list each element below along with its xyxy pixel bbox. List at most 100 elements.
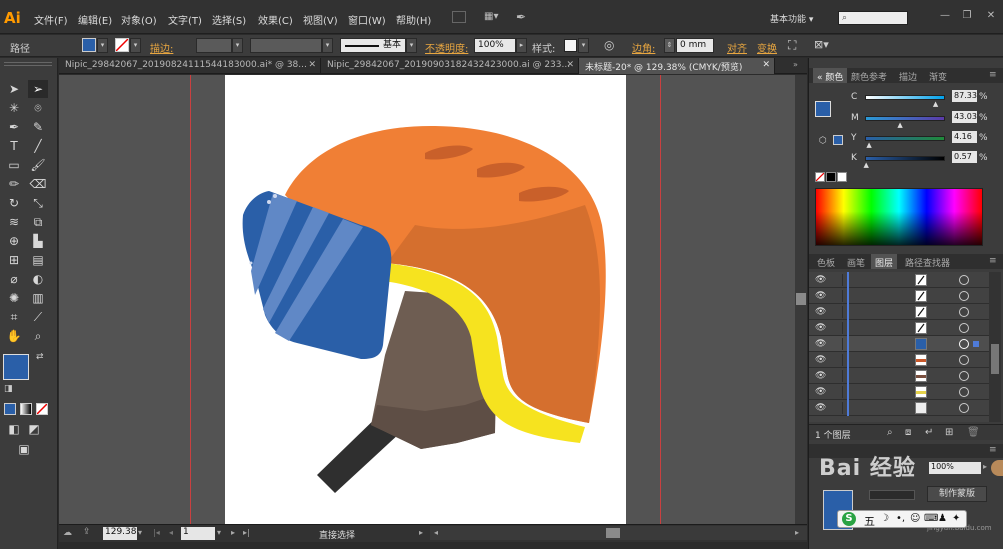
draw-behind-icon[interactable]: ◩ <box>24 420 44 438</box>
panel-fill-swatch[interactable] <box>815 101 831 117</box>
target-circle-icon[interactable] <box>959 323 969 333</box>
slider-c-handle[interactable]: ▲ <box>933 100 938 108</box>
slider-m-track[interactable] <box>865 116 945 121</box>
slider-k-track[interactable] <box>865 156 945 161</box>
punctuation-icon[interactable]: •, <box>896 513 905 524</box>
new-layer-icon[interactable]: ⊞ <box>945 427 953 438</box>
close-tab-icon[interactable]: ✕ <box>566 60 574 70</box>
default-colors-icon[interactable]: ◨ <box>4 384 13 394</box>
black-swatch[interactable] <box>826 172 836 182</box>
tab-brushes[interactable]: 画笔 <box>843 254 869 269</box>
doc-tab-1[interactable]: Nipic_29842067_20190824111544183000.ai* … <box>59 58 321 74</box>
keyboard-icon[interactable]: ⌨ <box>924 513 938 524</box>
slider-m-value[interactable]: 43.03 <box>952 111 977 123</box>
layer-row[interactable]: 👁 <box>809 272 989 288</box>
layer-row[interactable]: 👁 <box>809 320 989 336</box>
layer-row[interactable]: 👁 <box>809 400 989 416</box>
close-tab-icon[interactable]: ✕ <box>762 60 770 70</box>
layer-row[interactable]: 👁 <box>809 288 989 304</box>
layer-row[interactable]: 👁 <box>809 368 989 384</box>
new-sublayer-icon[interactable]: ↵ <box>925 427 933 438</box>
tab-pathfinder[interactable]: 路径查找器 <box>901 254 954 269</box>
width-tool-icon[interactable]: ≋ <box>4 213 24 231</box>
brush-style-field[interactable]: 基本 <box>340 38 406 53</box>
swap-colors-icon[interactable]: ⇄ <box>36 352 44 362</box>
tab-overflow-icon[interactable]: » <box>793 60 798 69</box>
close-tab-icon[interactable]: ✕ <box>308 60 316 70</box>
doc-tab-3[interactable]: 未标题-20* @ 129.38% (CMYK/预览) ✕ <box>579 58 775 74</box>
target-circle-icon[interactable] <box>959 355 969 365</box>
close-icon[interactable]: ✕ <box>984 10 998 22</box>
slider-y-value[interactable]: 4.16 <box>952 131 977 143</box>
menu-select[interactable]: 选择(S) <box>212 12 246 27</box>
locate-object-icon[interactable]: ⌕ <box>887 427 893 438</box>
vertical-scrollbar[interactable] <box>795 75 807 524</box>
corner-link[interactable]: 边角: <box>632 40 655 55</box>
visibility-eye-icon[interactable]: 👁 <box>815 291 826 301</box>
screen-mode-icon[interactable]: ▣ <box>14 440 34 458</box>
free-transform-icon[interactable]: ⧉ <box>28 213 48 231</box>
selection-tool-icon[interactable]: ➤ <box>4 80 24 98</box>
slider-k-handle[interactable]: ▲ <box>863 161 868 169</box>
pen-tool-icon[interactable]: ✒ <box>4 118 24 136</box>
layers-list[interactable]: 👁 👁 👁 👁 👁 👁 👁 👁 👁 <box>809 272 989 422</box>
white-swatch[interactable] <box>837 172 847 182</box>
slider-c-value[interactable]: 87.33 <box>952 90 977 102</box>
tab-stroke[interactable]: 描边 <box>895 68 921 83</box>
lock-toggle[interactable] <box>833 402 843 414</box>
column-graph-icon[interactable]: ▥ <box>28 289 48 307</box>
layers-scrollbar[interactable] <box>989 272 1001 422</box>
slider-m-handle[interactable]: ▲ <box>897 121 902 129</box>
corner-stepper[interactable]: ⇕ <box>664 38 675 53</box>
eyedropper-icon[interactable]: ⌀ <box>4 270 24 288</box>
color-spectrum[interactable] <box>815 188 983 246</box>
emoji-icon[interactable]: ☺ <box>910 513 920 524</box>
fill-swatch[interactable] <box>82 38 96 52</box>
slice-tool-icon[interactable]: ⟋ <box>28 308 48 326</box>
search-input[interactable]: ⌕ <box>838 11 908 25</box>
blend-tool-icon[interactable]: ◐ <box>28 270 48 288</box>
opacity-dropdown[interactable]: ▸ <box>516 38 527 53</box>
doc-tab-2[interactable]: Nipic_29842067_20190903182432423000.ai @… <box>321 58 579 74</box>
cloud-icon[interactable]: ☁ <box>63 528 72 538</box>
gradient-tool-icon[interactable]: ▤ <box>28 251 48 269</box>
layer-row[interactable]: 👁 <box>809 336 989 352</box>
minimize-icon[interactable]: — <box>938 10 952 22</box>
paintbrush-icon[interactable]: 🖌 <box>28 156 48 174</box>
target-circle-icon[interactable] <box>959 403 969 413</box>
page-field[interactable]: 1 <box>181 527 215 540</box>
scale-tool-icon[interactable]: ⤡ <box>28 194 48 212</box>
canvas-area[interactable] <box>59 75 795 524</box>
layer-row[interactable]: 👁 <box>809 304 989 320</box>
pencil-icon[interactable]: ✏ <box>4 175 24 193</box>
visibility-eye-icon[interactable]: 👁 <box>815 275 826 285</box>
slider-y-track[interactable] <box>865 136 945 141</box>
slider-y-handle[interactable]: ▲ <box>866 141 871 149</box>
stroke-weight-dropdown[interactable]: ▾ <box>232 38 243 53</box>
anchor-point[interactable] <box>249 261 253 265</box>
artboard-tool-icon[interactable]: ⌗ <box>4 308 24 326</box>
delete-layer-icon[interactable]: 🗑 <box>967 427 980 438</box>
mask-link-field[interactable] <box>869 490 915 500</box>
fill-color-box[interactable] <box>3 354 29 380</box>
scroll-thumb[interactable] <box>606 528 620 538</box>
last-page-icon[interactable]: ▸| <box>243 528 250 537</box>
slider-k-value[interactable]: 0.57 <box>952 151 977 163</box>
restore-icon[interactable]: ❐ <box>960 10 974 22</box>
out-of-gamut-icon[interactable]: ⬡ <box>819 136 827 146</box>
tab-layers[interactable]: 图层 <box>871 254 898 269</box>
menu-view[interactable]: 视图(V) <box>303 12 338 27</box>
panel-menu-icon[interactable]: ⊠▾ <box>814 38 829 51</box>
none-swatch[interactable] <box>815 172 825 182</box>
menu-help[interactable]: 帮助(H) <box>396 12 431 27</box>
clipping-mask-icon[interactable]: ⧈ <box>905 427 911 438</box>
visibility-eye-icon[interactable]: 👁 <box>815 323 826 333</box>
rectangle-tool-icon[interactable]: ▭ <box>4 156 24 174</box>
menu-effect[interactable]: 效果(C) <box>258 12 293 27</box>
settings-icon[interactable]: ✦ <box>952 513 960 524</box>
panel-options-icon[interactable]: ≡ <box>989 70 997 80</box>
layer-row[interactable]: 👁 <box>809 352 989 368</box>
target-circle-icon[interactable] <box>959 371 969 381</box>
lock-toggle[interactable] <box>833 274 843 286</box>
scroll-left-icon[interactable]: ◂ <box>434 528 438 537</box>
